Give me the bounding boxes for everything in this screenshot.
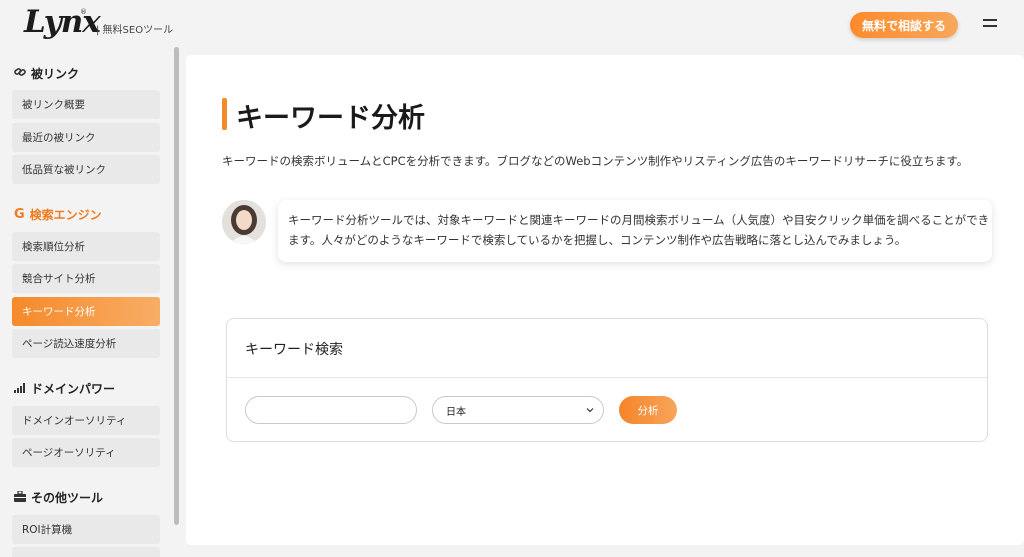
sidebar-section-label: 被リンク <box>31 67 80 81</box>
sidebar-item-recent-backlinks[interactable]: 最近の被リンク <box>12 123 160 152</box>
free-consult-button[interactable]: 無料で相談する <box>850 12 958 38</box>
google-g-icon: G <box>14 207 25 222</box>
sidebar-item-roi-calculator[interactable]: ROI計算機 <box>12 515 160 544</box>
keyword-search-card: キーワード検索 日本 分析 <box>226 318 988 442</box>
signal-bars-icon <box>14 382 26 396</box>
sidebar: 被リンク 被リンク概要 最近の被リンク 低品質な被リンク G 検索エンジン 検索… <box>0 50 182 557</box>
registered-mark: ® <box>80 8 87 16</box>
avatar <box>222 200 266 244</box>
sidebar-item-page-authority[interactable]: ページオーソリティ <box>12 438 160 467</box>
info-speech-bubble: キーワード分析ツールでは、対象キーワードと関連キーワードの月間検索ボリューム（人… <box>278 200 992 262</box>
bubble-text: キーワード分析ツールでは、対象キーワードと関連キーワードの月間検索ボリューム（人… <box>288 213 990 247</box>
sidebar-scrollbar[interactable] <box>174 47 179 525</box>
hamburger-menu-icon[interactable] <box>983 18 997 28</box>
card-divider <box>227 377 987 378</box>
sidebar-item-competitor-analysis[interactable]: 競合サイト分析 <box>12 264 160 293</box>
page-title: キーワード分析 <box>236 103 425 134</box>
toolbox-icon <box>14 489 26 505</box>
sidebar-section-label: ドメインパワー <box>31 382 116 396</box>
lynx-logo[interactable]: Lynx <box>24 4 101 40</box>
sidebar-section-label: 検索エンジン <box>29 208 102 222</box>
sidebar-item-page-speed[interactable]: ページ読込速度分析 <box>12 329 160 358</box>
title-accent-bar <box>222 98 227 130</box>
sidebar-section-label: その他ツール <box>31 491 104 505</box>
sidebar-section-backlinks: 被リンク <box>14 65 79 82</box>
country-select[interactable]: 日本 <box>432 396 604 424</box>
link-icon <box>14 66 26 81</box>
card-title: キーワード検索 <box>245 342 343 358</box>
sidebar-section-domain-power: ドメインパワー <box>14 380 115 397</box>
sidebar-item-domain-authority[interactable]: ドメインオーソリティ <box>12 406 160 435</box>
country-select-value: 日本 <box>446 406 466 418</box>
sidebar-item-keyword-analysis[interactable]: キーワード分析 <box>12 297 160 326</box>
sidebar-item-rank-analysis[interactable]: 検索順位分析 <box>12 232 160 261</box>
sidebar-item-low-quality-backlinks[interactable]: 低品質な被リンク <box>12 155 160 184</box>
sidebar-item-next[interactable] <box>12 547 160 557</box>
page-description: キーワードの検索ボリュームとCPCを分析できます。ブログなどのWebコンテンツ制… <box>222 154 969 168</box>
sidebar-section-search-engine: G 検索エンジン <box>14 206 102 223</box>
sidebar-section-other-tools: その他ツール <box>14 489 103 506</box>
header: Lynx ® | 無料SEOツール 無料で相談する <box>0 0 1024 50</box>
chevron-down-icon <box>585 405 595 415</box>
tagline: | 無料SEOツール <box>96 25 174 36</box>
keyword-input[interactable] <box>245 396 417 424</box>
sidebar-item-backlink-overview[interactable]: 被リンク概要 <box>12 90 160 119</box>
analyze-button[interactable]: 分析 <box>619 396 677 424</box>
